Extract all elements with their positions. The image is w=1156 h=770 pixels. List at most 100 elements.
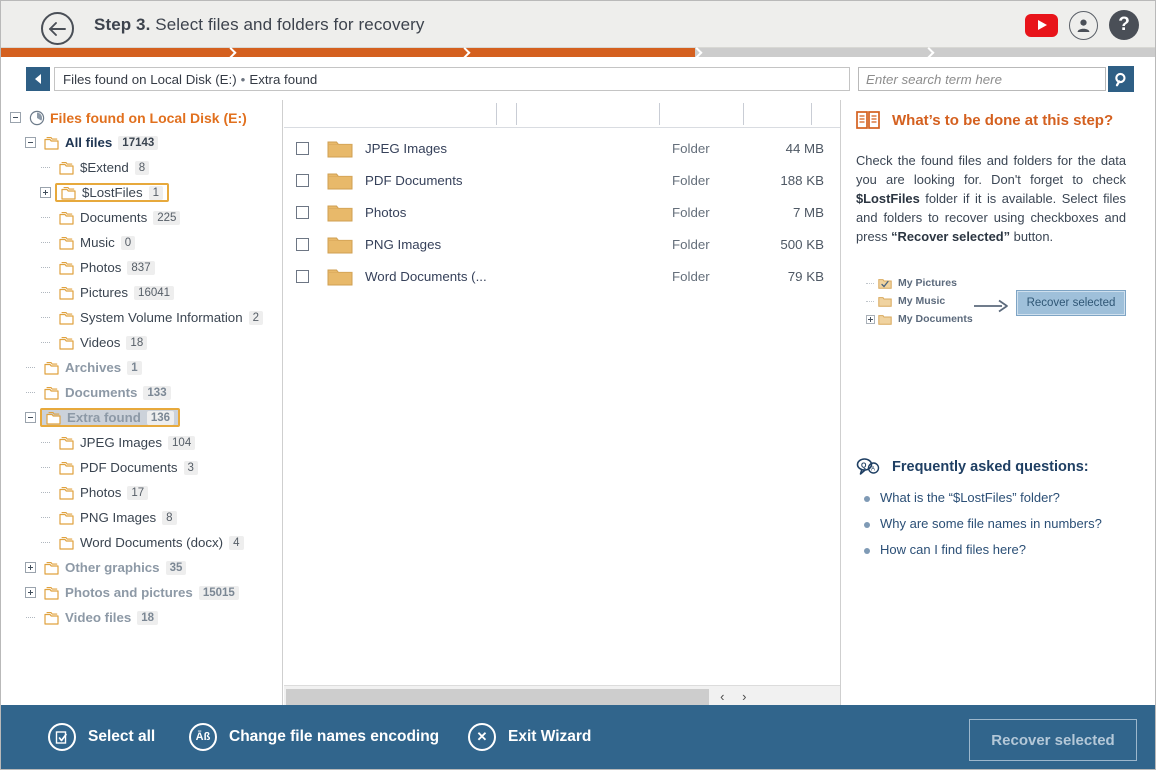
scroll-right-button[interactable]: ›	[733, 687, 755, 707]
folder-tree-panel[interactable]: Files found on Local Disk (E:) All files 1…	[2, 100, 283, 707]
tree-item-icon	[59, 336, 75, 350]
change-encoding-button[interactable]: Āß Change file names encoding	[189, 723, 439, 751]
table-row[interactable]: PDF Documents Folder 188 KB	[284, 164, 840, 196]
column-divider-4[interactable]	[743, 103, 744, 125]
tree-toggle-expand[interactable]	[25, 587, 36, 598]
tree-item-photos-and-pictures[interactable]: Photos and pictures 15015	[10, 580, 282, 605]
table-row[interactable]: JPEG Images Folder 44 MB	[284, 132, 840, 164]
file-row-type: Folder	[672, 204, 710, 220]
column-divider-5[interactable]	[811, 103, 812, 125]
column-divider-1[interactable]	[496, 103, 497, 125]
file-list-header[interactable]	[284, 100, 840, 128]
tree-item-archives[interactable]: Archives 1	[10, 355, 282, 380]
faq-link[interactable]: What is the “$LostFiles” folder?	[864, 490, 1142, 516]
tree-item-extra-found[interactable]: Extra found 136	[10, 405, 282, 430]
file-row-size: 7 MB	[792, 204, 824, 220]
faq-link[interactable]: How can I find files here?	[864, 542, 1142, 568]
file-row-checkbox[interactable]	[296, 237, 309, 251]
tree-item-documents[interactable]: Documents 225	[10, 205, 282, 230]
tree-item-jpeg-images[interactable]: JPEG Images 104	[10, 430, 282, 455]
arrow-right-icon	[974, 299, 1008, 313]
file-row-name: PDF Documents	[365, 172, 463, 188]
faq-link[interactable]: Why are some file names in numbers?	[864, 516, 1142, 542]
tree-item-system-volume-information[interactable]: System Volume Information 2	[10, 305, 282, 330]
column-divider-2[interactable]	[516, 103, 517, 125]
tree-item-icon	[44, 586, 60, 600]
tree-item-photos[interactable]: Photos 17	[10, 480, 282, 505]
tree-leaf-connector	[25, 612, 36, 623]
tree-item-icon	[59, 261, 75, 275]
illustration-item-label: My Music	[898, 295, 946, 307]
youtube-icon[interactable]	[1025, 13, 1058, 37]
breadcrumb[interactable]: Files found on Local Disk (E:) • Extra f…	[54, 67, 850, 91]
tree-toggle-collapse[interactable]	[25, 137, 36, 148]
tree-item-label: PDF Documents	[80, 460, 178, 475]
tree-item-video-files[interactable]: Video files 18	[10, 605, 282, 630]
column-divider-3[interactable]	[659, 103, 660, 125]
folder-icon	[59, 236, 74, 250]
account-icon[interactable]	[1069, 10, 1098, 40]
tree-item-extend[interactable]: $Extend 8	[10, 155, 282, 180]
tree-item-label: System Volume Information	[80, 310, 243, 325]
tree-item-documents[interactable]: Documents 133	[10, 380, 282, 405]
exit-wizard-button[interactable]: ✕ Exit Wizard	[468, 723, 591, 751]
file-row-checkbox[interactable]	[296, 205, 309, 219]
tree-item-png-images[interactable]: PNG Images 8	[10, 505, 282, 530]
tree-item-videos[interactable]: Videos 18	[10, 330, 282, 355]
footer-toolbar: Select all Āß Change file names encoding…	[1, 705, 1155, 769]
table-row[interactable]: PNG Images Folder 500 KB	[284, 228, 840, 260]
search-placeholder: Enter search term here	[866, 71, 1002, 87]
tree-item-lostfiles[interactable]: $LostFiles 1	[10, 180, 282, 205]
tree-item-pictures[interactable]: Pictures 16041	[10, 280, 282, 305]
tree-toggle-expand[interactable]	[25, 562, 36, 573]
back-button[interactable]	[41, 12, 74, 45]
horizontal-scrollbar[interactable]: ‹ ›	[284, 685, 840, 707]
tree-leaf-connector	[40, 287, 51, 298]
scroll-left-button[interactable]: ‹	[711, 687, 733, 707]
tree-item-photos[interactable]: Photos 837	[10, 255, 282, 280]
tree-toggle-collapse[interactable]	[25, 412, 36, 423]
header-bar: Step 3. Select files and folders for rec…	[1, 1, 1155, 48]
breadcrumb-root[interactable]: Files found on Local Disk (E:)	[63, 72, 237, 87]
tree-item-music[interactable]: Music 0	[10, 230, 282, 255]
tree-item-count: 18	[126, 335, 148, 350]
tree-item-pdf-documents[interactable]: PDF Documents 3	[10, 455, 282, 480]
search-button[interactable]	[1108, 66, 1134, 92]
illustration-tree-item: My Documents	[866, 310, 973, 328]
table-row[interactable]: Photos Folder 7 MB	[284, 196, 840, 228]
folder-icon	[59, 461, 74, 475]
tree-item-icon	[59, 211, 75, 225]
help-icon[interactable]: ?	[1109, 10, 1139, 40]
tree-toggle-collapse[interactable]	[10, 112, 21, 123]
file-row-checkbox[interactable]	[296, 173, 309, 187]
file-row-icon	[327, 203, 355, 222]
file-row-icon	[327, 235, 355, 254]
tree-leaf-connector	[40, 312, 51, 323]
tree-item-label: Pictures	[80, 285, 129, 300]
file-list-panel[interactable]: JPEG Images Folder 44 MB PDF Documents Folde…	[284, 100, 841, 707]
progress-chevron-1	[229, 48, 238, 57]
illustration-folder-icon	[878, 277, 893, 289]
scrollbar-thumb[interactable]	[286, 688, 710, 705]
tree-item-word-documents-docx[interactable]: Word Documents (docx) 4	[10, 530, 282, 555]
file-row-checkbox[interactable]	[296, 269, 309, 283]
folder-icon	[59, 536, 74, 550]
tree-item-all-files[interactable]: All files 17143	[10, 130, 282, 155]
table-row[interactable]: Word Documents (... Folder 79 KB	[284, 260, 840, 292]
breadcrumb-back-button[interactable]	[26, 67, 50, 91]
tree-toggle-expand[interactable]	[40, 187, 51, 198]
tree-item-count: 133	[143, 385, 171, 400]
select-all-button[interactable]: Select all	[48, 723, 155, 751]
tree-item-files-found-on-local-disk-e[interactable]: Files found on Local Disk (E:)	[10, 105, 282, 130]
file-row-name: Word Documents (...	[365, 268, 487, 284]
tree-item-count: 8	[134, 160, 150, 175]
tree-item-label: Extra found	[67, 410, 141, 425]
file-row-checkbox[interactable]	[296, 141, 309, 155]
illustration-tree-toggle	[866, 279, 875, 288]
file-row-type: Folder	[672, 172, 710, 188]
recover-selected-button[interactable]: Recover selected	[969, 719, 1137, 761]
tree-item-other-graphics[interactable]: Other graphics 35	[10, 555, 282, 580]
tree-item-icon	[59, 286, 75, 300]
search-input[interactable]: Enter search term here	[858, 67, 1106, 91]
tree-item-count: 2	[248, 310, 263, 325]
